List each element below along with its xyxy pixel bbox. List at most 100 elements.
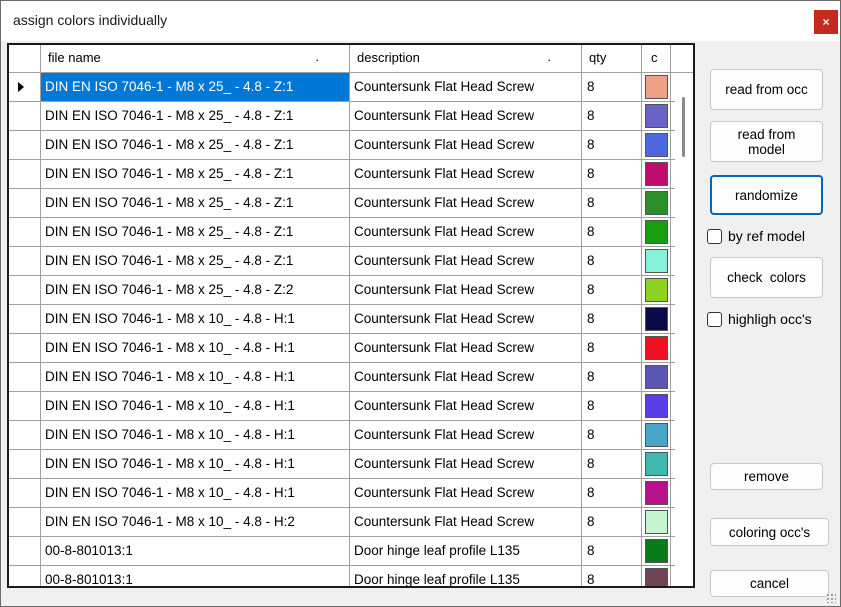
qty-cell[interactable]: 8 [582,421,642,449]
title-bar[interactable]: assign colors individually × [1,1,840,41]
color-cell[interactable] [642,131,671,159]
file-name-cell[interactable]: DIN EN ISO 7046-1 - M8 x 25_ - 4.8 - Z:1 [41,218,350,246]
row-header[interactable] [9,276,41,304]
table-row[interactable]: DIN EN ISO 7046-1 - M8 x 25_ - 4.8 - Z:1… [9,102,693,131]
color-cell[interactable] [642,450,671,478]
file-name-cell[interactable]: DIN EN ISO 7046-1 - M8 x 25_ - 4.8 - Z:1 [41,131,350,159]
table-row[interactable]: DIN EN ISO 7046-1 - M8 x 10_ - 4.8 - H:2… [9,508,693,537]
row-header[interactable] [9,566,41,586]
scrollbar-thumb[interactable] [682,97,685,157]
table-row[interactable]: DIN EN ISO 7046-1 - M8 x 10_ - 4.8 - H:1… [9,421,693,450]
row-header[interactable] [9,131,41,159]
qty-cell[interactable]: 8 [582,334,642,362]
description-cell[interactable]: Countersunk Flat Head Screw [350,508,582,536]
color-swatch[interactable] [645,394,668,418]
color-cell[interactable] [642,218,671,246]
file-name-cell[interactable]: DIN EN ISO 7046-1 - M8 x 25_ - 4.8 - Z:1 [41,189,350,217]
qty-cell[interactable]: 8 [582,218,642,246]
file-name-cell[interactable]: DIN EN ISO 7046-1 - M8 x 10_ - 4.8 - H:1 [41,479,350,507]
color-swatch[interactable] [645,220,668,244]
resize-grip[interactable] [826,593,836,603]
description-cell[interactable]: Door hinge leaf profile L135 [350,537,582,565]
table-row[interactable]: DIN EN ISO 7046-1 - M8 x 10_ - 4.8 - H:1… [9,334,693,363]
row-header[interactable] [9,305,41,333]
color-swatch[interactable] [645,481,668,505]
check-colors-button[interactable]: check colors [710,257,823,298]
description-cell[interactable]: Countersunk Flat Head Screw [350,247,582,275]
table-row[interactable]: DIN EN ISO 7046-1 - M8 x 25_ - 4.8 - Z:1… [9,218,693,247]
color-swatch[interactable] [645,278,668,302]
row-header[interactable] [9,450,41,478]
color-cell[interactable] [642,392,671,420]
color-cell[interactable] [642,566,671,586]
file-name-cell[interactable]: DIN EN ISO 7046-1 - M8 x 10_ - 4.8 - H:1 [41,421,350,449]
color-swatch[interactable] [645,249,668,273]
column-header-qty[interactable]: qty [582,45,642,73]
file-name-cell[interactable]: DIN EN ISO 7046-1 - M8 x 10_ - 4.8 - H:1 [41,305,350,333]
qty-cell[interactable]: 8 [582,479,642,507]
description-cell[interactable]: Countersunk Flat Head Screw [350,189,582,217]
description-cell[interactable]: Countersunk Flat Head Screw [350,392,582,420]
color-cell[interactable] [642,479,671,507]
table-row[interactable]: DIN EN ISO 7046-1 - M8 x 10_ - 4.8 - H:1… [9,305,693,334]
coloring-occs-button[interactable]: coloring occ's [710,518,829,546]
read-from-occ-button[interactable]: read from occ [710,69,823,110]
description-cell[interactable]: Countersunk Flat Head Screw [350,218,582,246]
remove-button[interactable]: remove [710,463,823,490]
description-cell[interactable]: Countersunk Flat Head Screw [350,160,582,188]
color-swatch[interactable] [645,162,668,186]
color-swatch[interactable] [645,307,668,331]
row-header[interactable] [9,73,41,101]
qty-cell[interactable]: 8 [582,73,642,101]
file-name-cell[interactable]: 00-8-801013:1 [41,537,350,565]
table-row[interactable]: DIN EN ISO 7046-1 - M8 x 25_ - 4.8 - Z:1… [9,189,693,218]
description-cell[interactable]: Countersunk Flat Head Screw [350,334,582,362]
description-cell[interactable]: Countersunk Flat Head Screw [350,305,582,333]
table-row[interactable]: DIN EN ISO 7046-1 - M8 x 25_ - 4.8 - Z:1… [9,73,693,102]
qty-cell[interactable]: 8 [582,102,642,130]
close-button[interactable]: × [814,10,838,34]
color-cell[interactable] [642,160,671,188]
by-ref-model-checkbox[interactable]: by ref model [707,228,805,244]
description-cell[interactable]: Countersunk Flat Head Screw [350,479,582,507]
file-name-cell[interactable]: DIN EN ISO 7046-1 - M8 x 10_ - 4.8 - H:1 [41,334,350,362]
color-cell[interactable] [642,73,671,101]
color-cell[interactable] [642,102,671,130]
file-name-cell[interactable]: DIN EN ISO 7046-1 - M8 x 25_ - 4.8 - Z:1 [41,73,350,101]
color-swatch[interactable] [645,75,668,99]
row-header[interactable] [9,334,41,362]
row-header[interactable] [9,421,41,449]
color-cell[interactable] [642,537,671,565]
qty-cell[interactable]: 8 [582,363,642,391]
description-cell[interactable]: Countersunk Flat Head Screw [350,102,582,130]
color-swatch[interactable] [645,539,668,563]
table-row[interactable]: DIN EN ISO 7046-1 - M8 x 25_ - 4.8 - Z:2… [9,276,693,305]
color-swatch[interactable] [645,191,668,215]
color-cell[interactable] [642,363,671,391]
description-cell[interactable]: Countersunk Flat Head Screw [350,421,582,449]
file-name-cell[interactable]: DIN EN ISO 7046-1 - M8 x 25_ - 4.8 - Z:2 [41,276,350,304]
qty-cell[interactable]: 8 [582,566,642,586]
color-swatch[interactable] [645,104,668,128]
color-swatch[interactable] [645,452,668,476]
row-header[interactable] [9,218,41,246]
description-cell[interactable]: Door hinge leaf profile L135 [350,566,582,586]
description-cell[interactable]: Countersunk Flat Head Screw [350,131,582,159]
row-header[interactable] [9,189,41,217]
qty-cell[interactable]: 8 [582,247,642,275]
table-row[interactable]: DIN EN ISO 7046-1 - M8 x 10_ - 4.8 - H:1… [9,363,693,392]
file-name-cell[interactable]: DIN EN ISO 7046-1 - M8 x 10_ - 4.8 - H:1 [41,392,350,420]
row-header[interactable] [9,247,41,275]
color-cell[interactable] [642,247,671,275]
description-cell[interactable]: Countersunk Flat Head Screw [350,450,582,478]
row-header[interactable] [9,537,41,565]
color-swatch[interactable] [645,365,668,389]
file-name-cell[interactable]: 00-8-801013:1 [41,566,350,586]
table-row[interactable]: DIN EN ISO 7046-1 - M8 x 10_ - 4.8 - H:1… [9,479,693,508]
table-row[interactable]: DIN EN ISO 7046-1 - M8 x 25_ - 4.8 - Z:1… [9,160,693,189]
row-header[interactable] [9,392,41,420]
qty-cell[interactable]: 8 [582,131,642,159]
qty-cell[interactable]: 8 [582,305,642,333]
qty-cell[interactable]: 8 [582,276,642,304]
file-name-cell[interactable]: DIN EN ISO 7046-1 - M8 x 25_ - 4.8 - Z:1 [41,102,350,130]
